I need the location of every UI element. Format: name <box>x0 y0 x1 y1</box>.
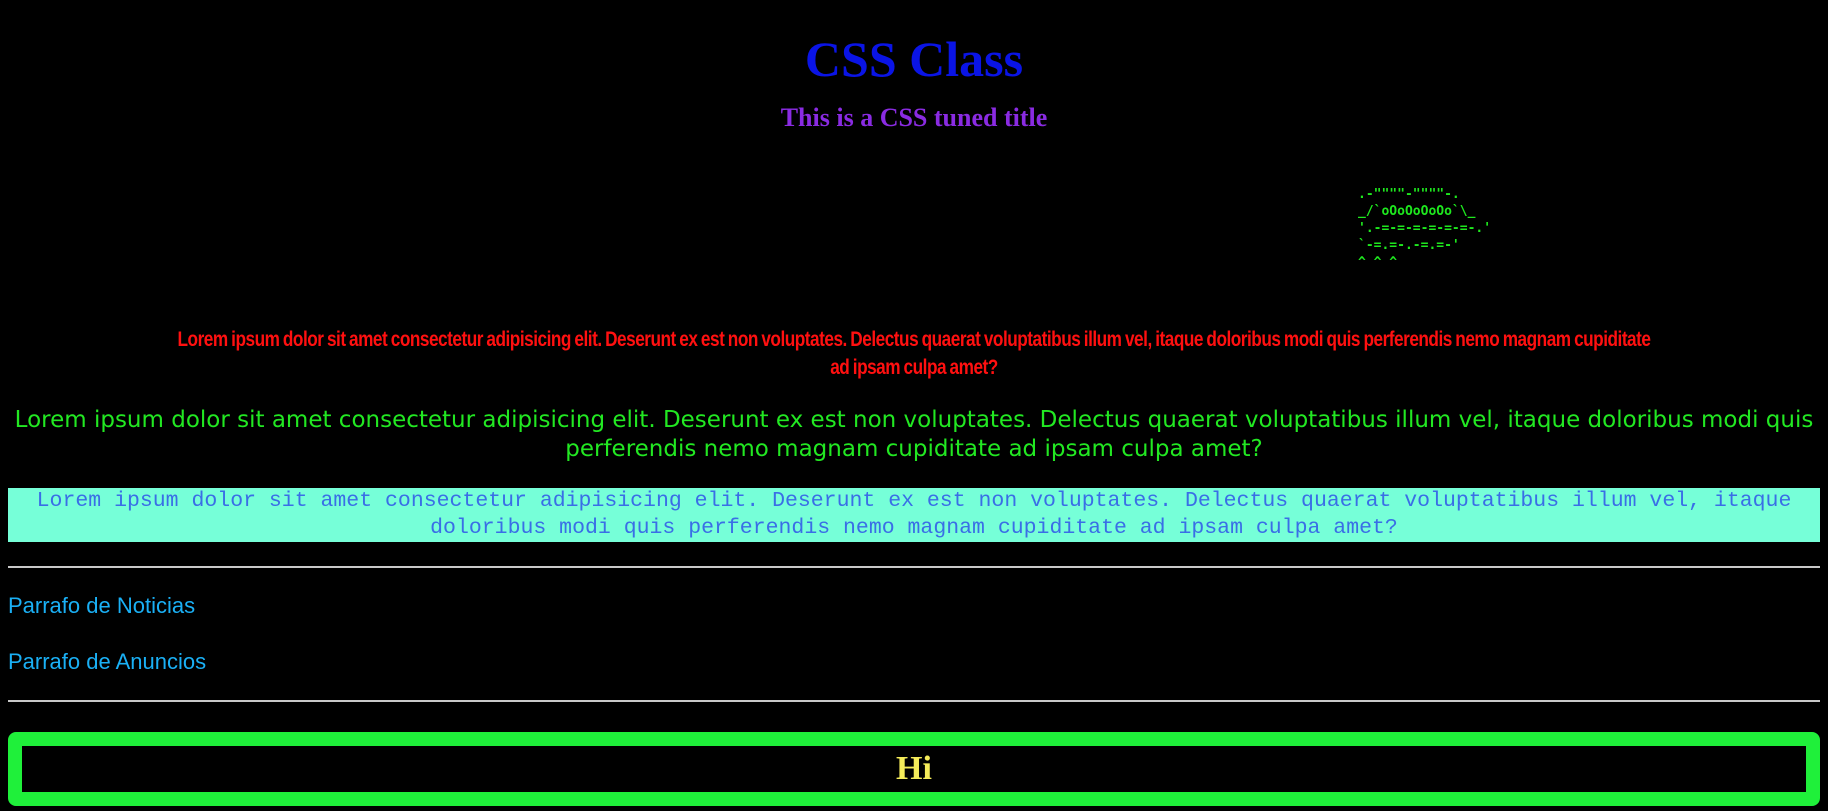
page: CSS Class This is a CSS tuned title .-""… <box>0 0 1828 811</box>
page-subtitle: This is a CSS tuned title <box>780 103 1048 132</box>
hi-heading: Hi <box>896 750 932 787</box>
divider <box>8 700 1820 702</box>
green-paragraph: Lorem ipsum dolor sit amet consectetur a… <box>14 407 1814 462</box>
ascii-ufo-art: .-""""-""""-. _/`oOoOoOoOo`\_ '.-=-=-=-=… <box>1358 187 1492 270</box>
monospace-paragraph: Lorem ipsum dolor sit amet consectetur a… <box>8 488 1820 542</box>
divider <box>8 566 1820 568</box>
news-paragraph: Parrafo de Noticias <box>8 593 196 618</box>
red-paragraph: Lorem ipsum dolor sit amet consectetur a… <box>177 328 1651 379</box>
hi-box: Hi <box>8 732 1820 806</box>
ads-paragraph: Parrafo de Anuncios <box>8 649 207 674</box>
page-title: CSS Class <box>804 31 1024 87</box>
